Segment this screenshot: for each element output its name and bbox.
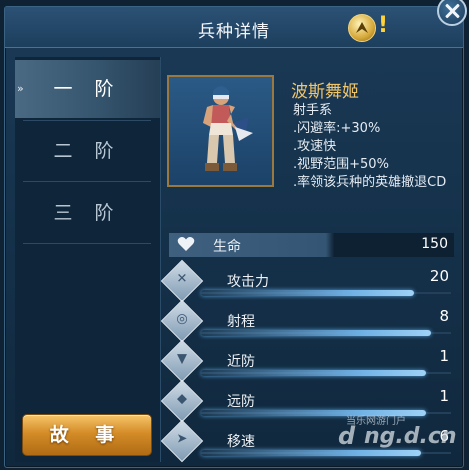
tier-tab-3[interactable]: 三 阶 [15, 184, 160, 242]
dancer-figure-icon [203, 86, 253, 171]
boot-icon: ➤ [160, 419, 204, 463]
unit-type: 射手系 [293, 103, 333, 118]
stat-value: 1 [439, 387, 449, 405]
armor-icon: ▼ [160, 339, 204, 383]
alert-mark: ! [378, 13, 389, 38]
watermark-domain: ng.d.cn [364, 424, 457, 449]
unit-trait: .攻速快 [293, 139, 337, 154]
shield-icon: ◆ [160, 379, 204, 423]
chevron-right-icon: » [17, 82, 24, 95]
stat-label: 远防 [227, 394, 255, 410]
unit-portrait [167, 75, 274, 187]
stat-value: 8 [439, 307, 449, 325]
watermark: 当乐网游门户 d ng.d.cn [320, 410, 460, 460]
tier-tab-2[interactable]: 二 阶 [15, 122, 160, 180]
stat-label: 移速 [227, 434, 255, 450]
stat-value: 150 [421, 236, 448, 252]
stat-value: 20 [429, 267, 449, 285]
heart-icon [177, 237, 195, 251]
unit-trait: .闪避率:+30% [293, 121, 381, 136]
divider [23, 181, 151, 182]
tier-sidebar: » 一 阶 二 阶 三 阶 [15, 57, 161, 462]
sword-icon: ✕ [160, 259, 204, 303]
target-icon: ◎ [160, 299, 204, 343]
stat-hp-row: 生命 150 [169, 233, 454, 257]
tier-tab-label: 一 阶 [53, 78, 122, 100]
window-title: 兵种详情 [198, 22, 270, 42]
stat-row-range: ◎ 射程 8 [160, 299, 455, 343]
stat-label: 射程 [227, 314, 255, 330]
tier-tab-label: 二 阶 [53, 140, 122, 162]
unit-trait: .率领该兵种的英雄撤退CD [293, 175, 447, 190]
stat-value: 1 [439, 347, 449, 365]
stat-label: 近防 [227, 354, 255, 370]
divider [23, 120, 151, 121]
watermark-logo: d [338, 422, 356, 450]
tips-icon[interactable] [348, 14, 376, 42]
story-button[interactable]: 故 事 [22, 414, 152, 456]
stat-row-melee-defense: ▼ 近防 1 [160, 339, 455, 383]
tier-tab-1[interactable]: » 一 阶 [15, 60, 160, 118]
stat-label: 攻击力 [227, 274, 269, 290]
unit-trait: .视野范围+50% [293, 157, 389, 172]
title-bar: 兵种详情 ! [5, 7, 463, 48]
stat-label: 生命 [213, 239, 241, 255]
stat-row-attack: ✕ 攻击力 20 [160, 259, 455, 303]
divider [23, 243, 151, 244]
unit-details-window: 兵种详情 ! » 一 阶 二 阶 三 阶 故 事 波斯舞姬 射手系 .闪避率:+… [4, 6, 464, 468]
tier-tab-label: 三 阶 [53, 202, 122, 224]
